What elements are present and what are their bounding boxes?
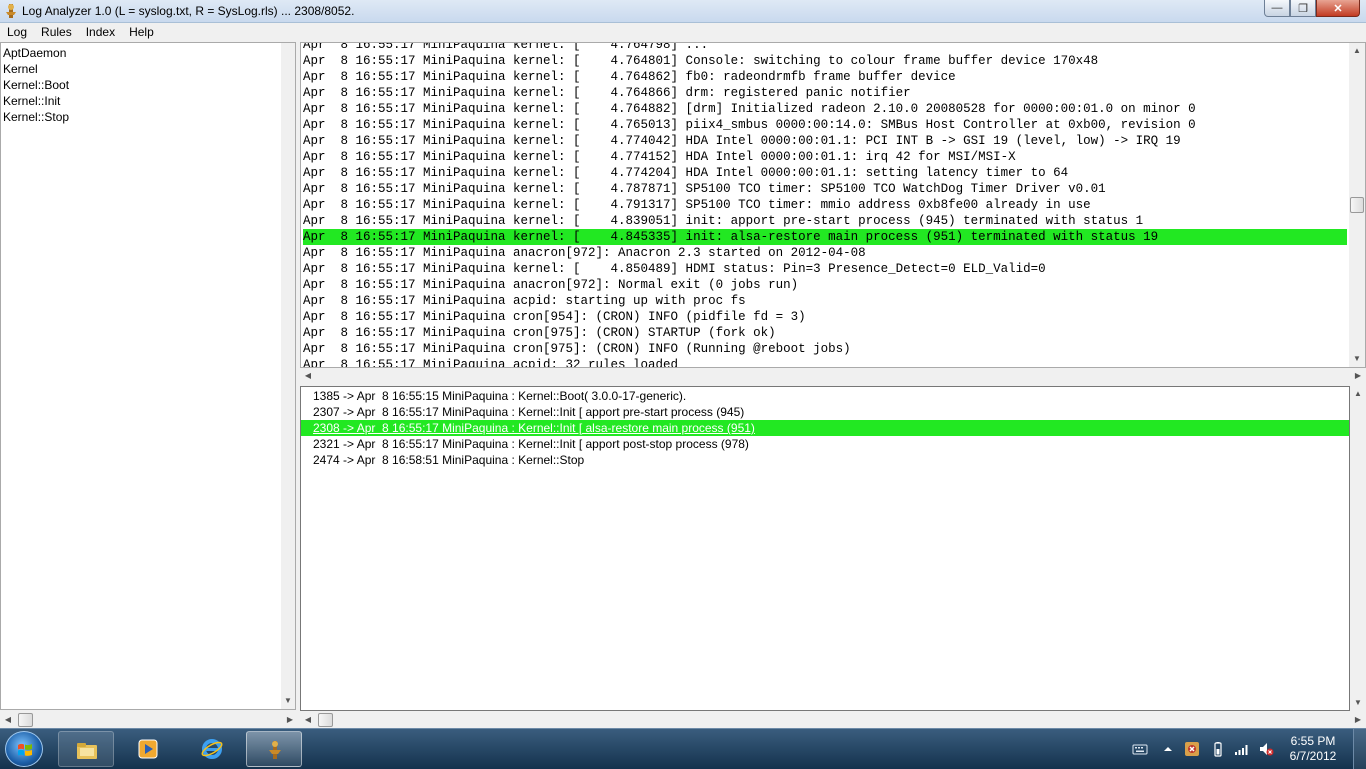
clock-time: 6:55 PM: [1290, 734, 1336, 748]
log-line[interactable]: Apr 8 16:55:17 MiniPaquina cron[954]: (C…: [303, 309, 1347, 325]
show-hidden-icons-icon[interactable]: [1160, 741, 1176, 757]
matches-vertical-scrollbar[interactable]: ▲ ▼: [1350, 386, 1366, 711]
taskbar-media-player[interactable]: [120, 731, 176, 767]
log-line[interactable]: Apr 8 16:55:17 MiniPaquina acpid: 32 rul…: [303, 357, 1347, 367]
match-line[interactable]: 2321 -> Apr 8 16:55:17 MiniPaquina : Ker…: [301, 436, 1349, 452]
menu-log[interactable]: Log: [0, 23, 34, 41]
volume-muted-icon[interactable]: [1258, 741, 1274, 757]
menu-rules[interactable]: Rules: [34, 23, 79, 41]
taskbar-log-analyzer[interactable]: [246, 731, 302, 767]
taskbar-internet-explorer[interactable]: [184, 731, 240, 767]
log-line[interactable]: Apr 8 16:55:17 MiniPaquina anacron[972]:…: [303, 245, 1347, 261]
menu-bar: Log Rules Index Help: [0, 23, 1366, 41]
log-line[interactable]: Apr 8 16:55:17 MiniPaquina kernel: [ 4.7…: [303, 165, 1347, 181]
matches-horizontal-scrollbar[interactable]: ◀ ▶: [300, 712, 1366, 728]
scroll-down-arrow-icon[interactable]: ▼: [280, 693, 296, 709]
scroll-up-arrow-icon[interactable]: ▲: [1350, 386, 1366, 402]
tree-item-kernel-boot[interactable]: Kernel::Boot: [1, 77, 295, 93]
match-line[interactable]: 2308 -> Apr 8 16:55:17 MiniPaquina : Ker…: [301, 420, 1349, 436]
taskbar-clock[interactable]: 6:55 PM 6/7/2012: [1278, 734, 1348, 764]
rules-tree: AptDaemon Kernel Kernel::Boot Kernel::In…: [0, 42, 296, 710]
log-line[interactable]: Apr 8 16:55:17 MiniPaquina kernel: [ 4.8…: [303, 261, 1347, 277]
match-line[interactable]: 1385 -> Apr 8 16:55:15 MiniPaquina : Ker…: [301, 388, 1349, 404]
file-explorer-icon: [77, 743, 97, 759]
battery-icon[interactable]: [1210, 741, 1226, 757]
scroll-down-arrow-icon[interactable]: ▼: [1349, 351, 1365, 367]
log-line[interactable]: Apr 8 16:55:17 MiniPaquina kernel: [ 4.7…: [303, 197, 1347, 213]
tree-hscroll-thumb[interactable]: [18, 713, 33, 727]
window-controls: — ❐ ✕: [1264, 0, 1360, 18]
log-line[interactable]: Apr 8 16:55:17 MiniPaquina kernel: [ 4.7…: [303, 149, 1347, 165]
tree-horizontal-scrollbar[interactable]: ◀ ▶: [0, 712, 298, 728]
match-line[interactable]: 2307 -> Apr 8 16:55:17 MiniPaquina : Ker…: [301, 404, 1349, 420]
show-desktop-button[interactable]: [1353, 729, 1366, 769]
log-scroll-thumb[interactable]: [1350, 197, 1364, 213]
minimize-button[interactable]: —: [1264, 0, 1290, 17]
tree-item-aptdaemon[interactable]: AptDaemon: [1, 45, 295, 61]
log-line[interactable]: Apr 8 16:55:17 MiniPaquina cron[975]: (C…: [303, 325, 1347, 341]
log-vertical-scrollbar[interactable]: ▲ ▼: [1349, 43, 1365, 367]
log-analyzer-icon: [269, 741, 281, 759]
scroll-right-arrow-icon[interactable]: ▶: [282, 712, 298, 728]
tree-item-kernel-stop[interactable]: Kernel::Stop: [1, 109, 295, 125]
scroll-up-arrow-icon[interactable]: ▲: [1349, 43, 1365, 59]
maximize-button[interactable]: ❐: [1290, 0, 1316, 17]
scroll-right-arrow-icon[interactable]: ▶: [1350, 712, 1366, 728]
menu-help[interactable]: Help: [122, 23, 161, 41]
app-icon: [6, 4, 16, 18]
log-line[interactable]: Apr 8 16:55:17 MiniPaquina kernel: [ 4.8…: [303, 213, 1347, 229]
match-line[interactable]: 2474 -> Apr 8 16:58:51 MiniPaquina : Ker…: [301, 452, 1349, 468]
taskbar-explorer[interactable]: [58, 731, 114, 767]
match-lines: 1385 -> Apr 8 16:55:15 MiniPaquina : Ker…: [301, 388, 1349, 468]
network-signal-icon[interactable]: [1234, 741, 1250, 757]
scroll-down-arrow-icon[interactable]: ▼: [1350, 695, 1366, 711]
title-bar[interactable]: Log Analyzer 1.0 (L = syslog.txt, R = Sy…: [0, 0, 1366, 23]
start-button[interactable]: [5, 731, 43, 767]
keyboard-icon[interactable]: [1132, 741, 1148, 757]
internet-explorer-icon: [201, 739, 223, 759]
matches-hscroll-thumb[interactable]: [318, 713, 333, 727]
windows-start-icon: [18, 743, 32, 756]
log-line[interactable]: Apr 8 16:55:17 MiniPaquina acpid: starti…: [303, 293, 1347, 309]
rule-matches-list[interactable]: 1385 -> Apr 8 16:55:15 MiniPaquina : Ker…: [300, 386, 1350, 711]
log-line[interactable]: Apr 8 16:55:17 MiniPaquina kernel: [ 4.7…: [303, 85, 1347, 101]
menu-index[interactable]: Index: [79, 23, 122, 41]
media-player-icon: [138, 739, 158, 759]
log-line[interactable]: Apr 8 16:55:17 MiniPaquina kernel: [ 4.7…: [303, 69, 1347, 85]
tree-vertical-scrollbar[interactable]: ▼: [281, 43, 295, 709]
scroll-left-arrow-icon[interactable]: ◀: [300, 368, 316, 384]
log-line[interactable]: Apr 8 16:55:17 MiniPaquina cron[975]: (C…: [303, 341, 1347, 357]
log-line[interactable]: Apr 8 16:55:17 MiniPaquina kernel: [ 4.7…: [303, 53, 1347, 69]
tree-item-kernel[interactable]: Kernel: [1, 61, 295, 77]
log-line[interactable]: Apr 8 16:55:17 MiniPaquina kernel: [ 4.7…: [303, 133, 1347, 149]
security-alert-icon[interactable]: [1184, 741, 1200, 757]
log-horizontal-scrollbar[interactable]: ◀ ▶: [300, 368, 1366, 384]
log-line[interactable]: Apr 8 16:55:17 MiniPaquina kernel: [ 4.7…: [303, 181, 1347, 197]
log-line[interactable]: Apr 8 16:55:17 MiniPaquina kernel: [ 4.7…: [303, 43, 1347, 53]
scroll-right-arrow-icon[interactable]: ▶: [1350, 368, 1366, 384]
clock-date: 6/7/2012: [1289, 749, 1337, 763]
log-line[interactable]: Apr 8 16:55:17 MiniPaquina kernel: [ 4.7…: [303, 117, 1347, 133]
log-lines: Apr 8 16:55:17 MiniPaquina kernel: [ 4.7…: [303, 43, 1347, 367]
scroll-left-arrow-icon[interactable]: ◀: [300, 712, 316, 728]
window-title: Log Analyzer 1.0 (L = syslog.txt, R = Sy…: [22, 4, 355, 18]
log-line[interactable]: Apr 8 16:55:17 MiniPaquina anacron[972]:…: [303, 277, 1347, 293]
tree-item-kernel-init[interactable]: Kernel::Init: [1, 93, 295, 109]
log-line[interactable]: Apr 8 16:55:17 MiniPaquina kernel: [ 4.8…: [303, 229, 1347, 245]
close-button[interactable]: ✕: [1316, 0, 1360, 17]
scroll-left-arrow-icon[interactable]: ◀: [0, 712, 16, 728]
log-viewer[interactable]: Apr 8 16:55:17 MiniPaquina kernel: [ 4.7…: [300, 42, 1366, 368]
taskbar: 6:55 PM 6/7/2012: [0, 728, 1366, 769]
log-line[interactable]: Apr 8 16:55:17 MiniPaquina kernel: [ 4.7…: [303, 101, 1347, 117]
